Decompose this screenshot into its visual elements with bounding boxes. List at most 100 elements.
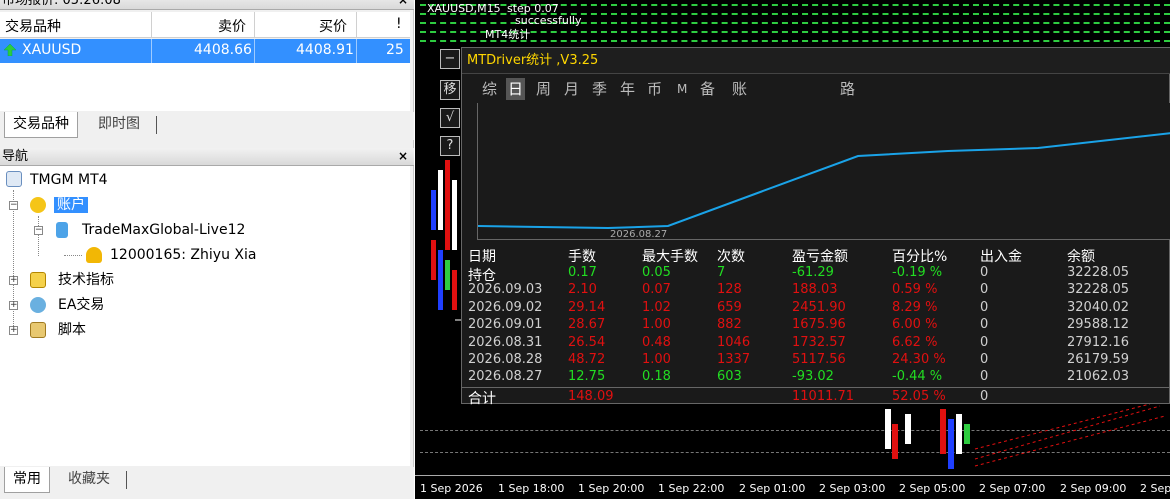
- col-ask[interactable]: 买价: [319, 16, 347, 36]
- tab-common[interactable]: 常用: [4, 467, 50, 493]
- tab-week[interactable]: 周: [536, 78, 551, 100]
- row-lots: 28.67: [568, 317, 606, 333]
- check-button[interactable]: √: [440, 108, 460, 128]
- row-date: 2026.09.02: [468, 299, 543, 315]
- row-count: 603: [717, 369, 742, 385]
- equity-plot: [477, 103, 1170, 240]
- tab-year[interactable]: 年: [620, 78, 635, 100]
- market-watch-empty: [0, 63, 410, 111]
- tree-account[interactable]: 12000165: Zhiyu Xia: [110, 245, 256, 265]
- x-tick: 2 Sep 07:00: [979, 482, 1046, 495]
- x-tick: 2 Sep 11:00: [1140, 482, 1170, 495]
- row-pnl: 1675.96: [792, 317, 846, 333]
- navigator-tabs: 常用 收藏夹: [0, 467, 414, 499]
- collapse-icon[interactable]: −: [9, 201, 18, 210]
- tab-tick-chart[interactable]: 即时图: [90, 112, 148, 138]
- help-button[interactable]: ?: [440, 136, 460, 156]
- x-tick: 1 Sep 18:00: [498, 482, 565, 495]
- tree-root[interactable]: TMGM MT4: [30, 170, 108, 190]
- candles-left: [431, 160, 461, 321]
- tab-favorites[interactable]: 收藏夹: [60, 467, 118, 493]
- up-arrow-icon: [3, 43, 17, 57]
- row-max-lots: 1.00: [642, 352, 671, 367]
- bid-cell: 4408.66: [194, 42, 252, 58]
- expert-advisor-icon: [30, 297, 46, 313]
- row-pct: -0.19 %: [892, 265, 943, 280]
- collapse-icon[interactable]: −: [34, 226, 43, 235]
- move-button[interactable]: 移: [440, 80, 460, 100]
- minimize-button[interactable]: −: [440, 49, 460, 69]
- hdr-flow: 出入金: [980, 249, 1022, 265]
- tab-month[interactable]: 月: [564, 78, 579, 100]
- server-icon: [56, 222, 68, 238]
- row-flow: 0: [980, 299, 989, 315]
- symbol-cell: XAUUSD: [22, 42, 82, 58]
- hdr-balance: 余额: [1067, 249, 1095, 265]
- tab-currency[interactable]: 币: [647, 78, 662, 100]
- total-label: 合计: [468, 391, 496, 407]
- tree-scripts[interactable]: 脚本: [58, 320, 86, 340]
- expand-icon[interactable]: +: [9, 276, 18, 285]
- row-lots: 12.75: [568, 369, 606, 385]
- row-date: 2026.08.31: [468, 334, 543, 350]
- mtdriver-panel[interactable]: MTDriver统计 ,V3.25 综 日 周 月 季 年 币 M 备 账户 路…: [461, 47, 1170, 407]
- x-tick: 1 Sep 22:00: [658, 482, 725, 495]
- expand-icon[interactable]: +: [9, 301, 18, 310]
- row-lots: 2.10: [568, 282, 597, 298]
- row-count: 7: [717, 265, 726, 280]
- col-spread[interactable]: !: [396, 16, 402, 32]
- tab-path[interactable]: 路径: [840, 78, 855, 120]
- tab-note[interactable]: 备: [700, 78, 715, 100]
- hdr-date: 日期: [468, 249, 496, 265]
- scripts-icon: [30, 322, 46, 338]
- hdr-max-lots: 最大手数: [642, 249, 698, 265]
- row-balance: 21062.03: [1067, 369, 1130, 385]
- row-balance: 32228.05: [1067, 265, 1130, 280]
- total-divider: [462, 387, 1170, 388]
- col-symbol[interactable]: 交易品种: [5, 16, 61, 36]
- row-pnl: 1732.57: [792, 334, 846, 350]
- tab-day[interactable]: 日: [506, 78, 526, 100]
- tab-account[interactable]: 账户: [732, 78, 747, 120]
- row-balance: 26179.59: [1067, 352, 1130, 367]
- row-count: 1337: [717, 352, 751, 367]
- chart-label: MT4统计: [485, 28, 531, 41]
- x-tick: 1 Sep 20:00: [578, 482, 645, 495]
- tab-magic[interactable]: M: [677, 78, 687, 100]
- tree-indicators[interactable]: 技术指标: [58, 270, 114, 290]
- row-max-lots: 0.05: [642, 265, 671, 280]
- time-axis: 1 Sep 2026 1 Sep 18:00 1 Sep 20:00 1 Sep…: [415, 475, 1170, 499]
- tree-server[interactable]: TradeMaxGlobal-Live12: [82, 220, 245, 240]
- mtdriver-title[interactable]: MTDriver统计 ,V3.25: [462, 48, 1170, 74]
- expand-icon[interactable]: +: [9, 326, 18, 335]
- row-max-lots: 0.18: [642, 369, 671, 385]
- tab-summary[interactable]: 综: [482, 78, 497, 100]
- tab-quarter[interactable]: 季: [592, 78, 607, 100]
- row-flow: 0: [980, 369, 989, 385]
- row-pnl: -61.29: [792, 265, 834, 280]
- col-bid[interactable]: 卖价: [218, 16, 246, 36]
- market-watch-row[interactable]: XAUUSD 4408.66 4408.91 25: [0, 39, 410, 63]
- close-icon[interactable]: ×: [398, 0, 408, 9]
- close-icon[interactable]: ×: [398, 148, 408, 165]
- row-pct: 24.30 %: [892, 352, 946, 367]
- row-max-lots: 1.00: [642, 317, 671, 333]
- tree-accounts[interactable]: 账户: [54, 195, 88, 215]
- stats-table: 日期 手数 最大手数 次数 盈亏金额 百分比% 出入金 余额 持仓 0.17 0.0…: [462, 244, 1170, 407]
- row-flow: 0: [980, 352, 989, 367]
- row-flow: 0: [980, 334, 989, 350]
- row-pct: 8.29 %: [892, 299, 938, 315]
- row-date: 2026.08.27: [468, 369, 543, 385]
- navigator-title[interactable]: 导航 ×: [0, 148, 414, 166]
- spread-cell: 25: [386, 42, 404, 58]
- user-icon: [86, 247, 102, 263]
- row-count: 659: [717, 299, 742, 315]
- market-watch-title[interactable]: 市场报价: 05:26:08 ×: [0, 0, 414, 10]
- tab-symbols[interactable]: 交易品种: [4, 112, 78, 138]
- row-date: 2026.09.03: [468, 282, 543, 298]
- row-pct: 6.00 %: [892, 317, 938, 333]
- tree-ea[interactable]: EA交易: [58, 295, 104, 315]
- row-flow: 0: [980, 317, 989, 333]
- left-panel: 市场报价: 05:26:08 × 交易品种 卖价 买价 ! XAUUSD 440…: [0, 0, 414, 499]
- row-balance: 32228.05: [1067, 282, 1130, 298]
